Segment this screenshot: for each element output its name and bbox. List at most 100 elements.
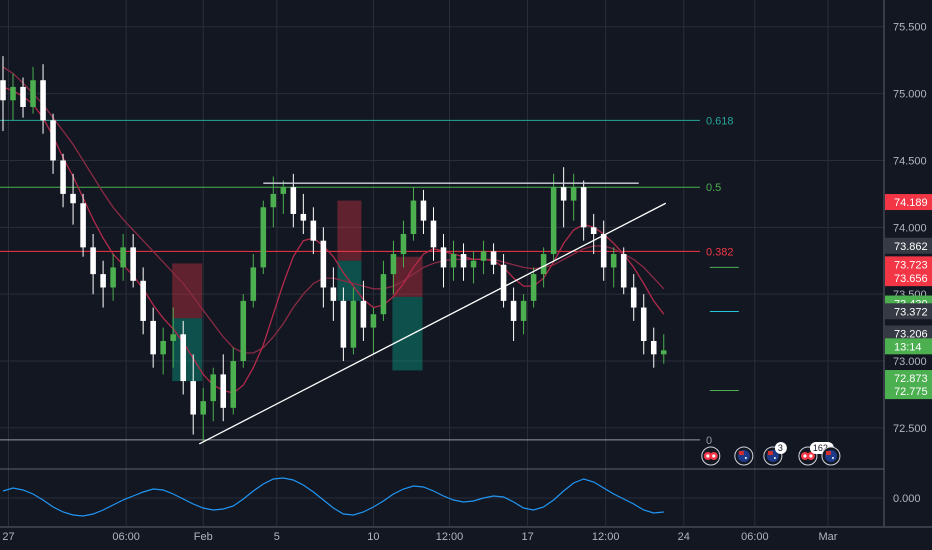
candle-body <box>110 267 116 288</box>
flag-icon-center <box>809 454 813 458</box>
price-tick-label: 74.500 <box>893 155 927 167</box>
candle-body <box>230 361 237 408</box>
candle-body <box>350 300 357 348</box>
flag-icon-canton <box>767 451 773 455</box>
candle-body <box>80 203 86 248</box>
candle-body <box>170 334 176 341</box>
candle-body <box>380 274 387 315</box>
stop-loss-zone[interactable] <box>337 200 362 261</box>
candle-body <box>390 254 397 275</box>
price-tick-label: 75.500 <box>893 22 927 34</box>
event-marker[interactable] <box>701 446 721 466</box>
candle-body <box>140 280 146 321</box>
candle-body <box>130 247 136 281</box>
price-tag-label: 73.372 <box>894 306 928 318</box>
stop-loss-zone[interactable] <box>172 263 203 319</box>
candle-body <box>220 374 227 408</box>
candle-body <box>90 247 96 275</box>
candle-body <box>100 274 106 288</box>
flag-icon-star <box>831 457 834 459</box>
candle-body <box>150 320 156 355</box>
candle-body <box>190 381 196 415</box>
candle-body <box>630 287 637 308</box>
candle-body <box>620 254 627 288</box>
time-tick-label: 24 <box>678 531 690 543</box>
candle-body <box>260 207 267 268</box>
candle-body <box>120 247 126 268</box>
candle-body <box>360 300 367 328</box>
fib-level-label: 0.5 <box>706 182 721 194</box>
price-tag-label: 73.656 <box>894 273 928 285</box>
flag-icon-center <box>706 454 710 458</box>
time-tick-label: Mar <box>818 531 837 543</box>
event-count: 3 <box>778 443 783 453</box>
candle-body <box>20 86 26 107</box>
time-tick-label: 12:00 <box>436 531 464 543</box>
candle-body <box>510 300 517 321</box>
candle-body <box>400 234 407 255</box>
flag-icon-canton <box>825 451 831 455</box>
candle-body <box>570 187 577 201</box>
candle-body <box>280 187 287 194</box>
candle-body <box>560 187 567 201</box>
candle-body <box>430 220 437 248</box>
flag-icon-center <box>712 454 716 458</box>
candle-body <box>300 213 307 221</box>
candle-body <box>370 314 377 328</box>
candle-body <box>310 220 317 241</box>
oscillator-axis-label: 0.000 <box>893 493 921 505</box>
candle-body <box>290 187 297 214</box>
take-profit-zone[interactable] <box>392 296 423 371</box>
candle-body <box>330 287 337 301</box>
event-marker[interactable] <box>734 446 754 466</box>
candle-body <box>160 340 166 355</box>
price-tick-label: 72.500 <box>893 423 927 435</box>
price-tick-label: 74.000 <box>893 222 927 234</box>
candle-body <box>590 227 597 234</box>
time-tick-label: 5 <box>274 531 280 543</box>
candle-body <box>10 86 16 101</box>
fib-level-label: 0.382 <box>706 246 734 258</box>
candle-body <box>40 80 46 121</box>
flag-icon-center <box>803 454 807 458</box>
time-tick-label: 12:00 <box>592 531 620 543</box>
time-tick-label: 27 <box>2 531 14 543</box>
candle-body <box>50 120 56 161</box>
candle-body <box>470 260 477 268</box>
time-tick-label: Feb <box>194 531 213 543</box>
candle-body <box>270 193 277 208</box>
candle-body <box>640 307 647 341</box>
candle-body <box>520 300 527 321</box>
time-tick-label: 06:00 <box>741 531 769 543</box>
candle-body <box>340 300 347 348</box>
candle-body <box>320 240 327 288</box>
fib-level-label: 0.618 <box>706 115 734 127</box>
candle-body <box>440 247 447 268</box>
candle-body <box>450 254 457 268</box>
chart-background <box>0 0 932 550</box>
candle-body <box>410 200 417 234</box>
time-tick-label: 10 <box>367 531 379 543</box>
candle-body <box>240 300 247 362</box>
candle-body <box>500 264 507 301</box>
price-tag-label: 72.775 <box>894 386 928 398</box>
flag-icon-star <box>744 457 747 459</box>
price-tick-label: 75.000 <box>893 89 927 101</box>
price-tag-label: 73.723 <box>894 259 928 271</box>
candle-body <box>530 274 537 301</box>
price-tick-label: 73.000 <box>893 356 927 368</box>
candle-body <box>0 80 6 101</box>
price-tag-label: 13:14 <box>894 341 922 353</box>
flag-icon-canton <box>738 451 744 455</box>
candle-body <box>60 160 66 194</box>
candle-body <box>420 200 427 221</box>
candle-body <box>610 254 617 268</box>
price-chart[interactable]: 0.618 0.5 0.382 0 75.500 75.000 74.500 74.000 73… <box>0 0 932 550</box>
event-marker[interactable] <box>821 446 841 466</box>
flag-icon-star <box>773 457 776 459</box>
candle-body <box>660 350 667 355</box>
candle-body <box>580 187 587 228</box>
price-tag-label: 73.862 <box>894 241 928 253</box>
candle-body <box>490 251 497 265</box>
time-tick-label: 17 <box>521 531 533 543</box>
